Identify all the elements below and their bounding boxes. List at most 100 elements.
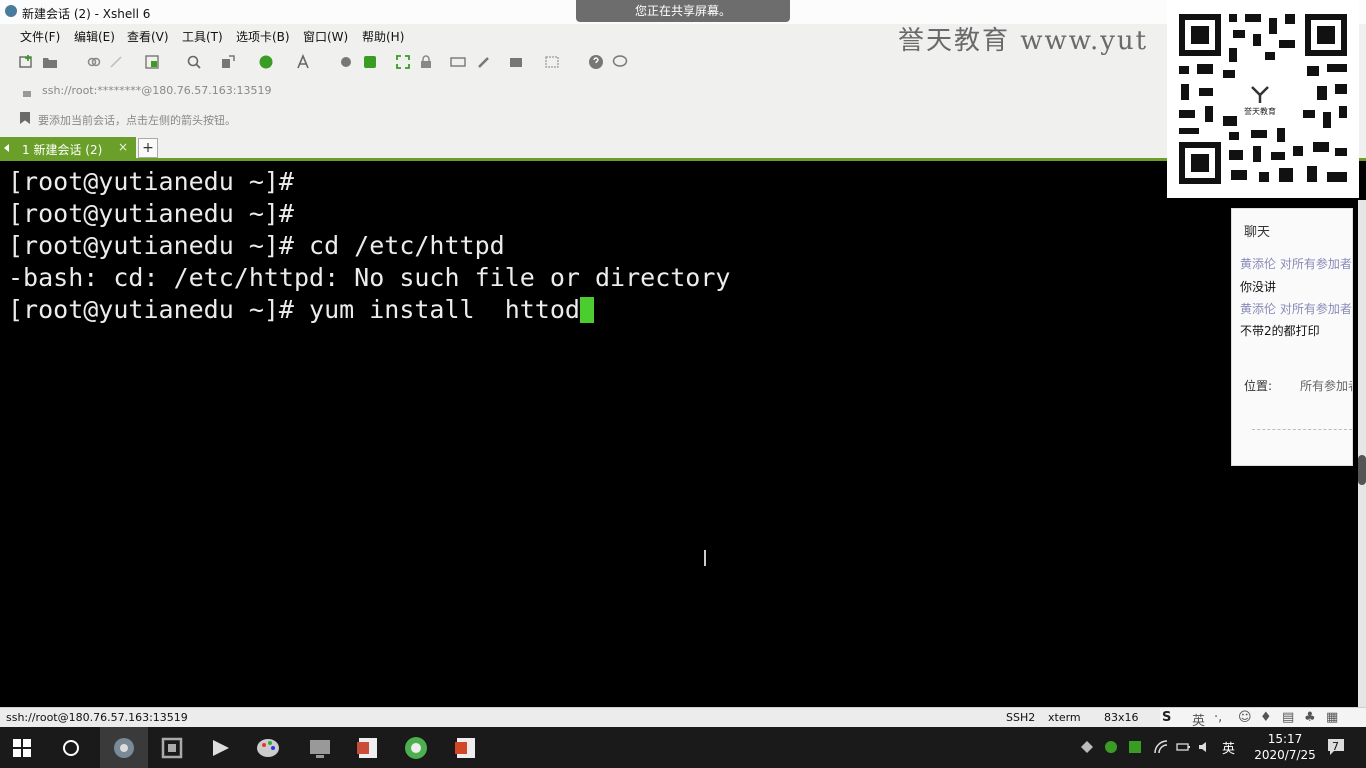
add-tab-button[interactable]: +	[138, 138, 158, 158]
status-bar: ssh://root@180.76.57.163:13519 SSH2 xter…	[0, 707, 1366, 729]
chat-message-sender: 黄添伦 对所有参加者说:	[1240, 302, 1352, 316]
chat-panel: 聊天 黄添伦 对所有参加者说: 你没讲 黄添伦 对所有参加者说: 不带2的都打印…	[1231, 208, 1353, 466]
ibeam-cursor-icon	[704, 550, 706, 566]
taskbar: 英 15:17 2020/7/25 7	[0, 727, 1366, 768]
terminal-cursor	[579, 297, 594, 323]
yutian-logo-icon	[1251, 86, 1269, 103]
menu-edit[interactable]: 编辑(E)	[74, 28, 115, 45]
tab-close-button[interactable]: ×	[118, 140, 128, 154]
cortana-icon[interactable]	[62, 739, 80, 757]
lock-icon	[22, 86, 32, 97]
status-connection: ssh://root@180.76.57.163:13519	[6, 711, 188, 724]
chat-message-sender: 黄添伦 对所有参加者说:	[1240, 257, 1352, 271]
address-bar: ssh://root:********@180.76.57.163:13519	[0, 80, 1160, 102]
volume-icon[interactable]	[1198, 740, 1212, 754]
tray-xftp-icon[interactable]	[1128, 740, 1142, 754]
powerpoint-icon[interactable]	[453, 735, 479, 761]
battery-icon[interactable]	[1176, 740, 1190, 754]
terminal-line: [root@yutianedu ~]#	[8, 199, 294, 228]
ime-tools-icon[interactable]: ▦	[1326, 710, 1338, 725]
tab-arrow-icon[interactable]	[4, 144, 9, 152]
disconnect-icon[interactable]	[108, 54, 124, 70]
status-size: 83x16	[1104, 711, 1139, 724]
remote-app-icon[interactable]	[307, 735, 333, 761]
sogou-logo-icon[interactable]: S	[1162, 710, 1171, 725]
media-player-icon[interactable]	[207, 735, 233, 761]
font-icon[interactable]	[296, 54, 312, 70]
fullscreen-icon[interactable]	[395, 54, 411, 70]
chat-input[interactable]	[1252, 417, 1352, 430]
notification-center-icon[interactable]: 7	[1326, 737, 1346, 757]
menu-tabs[interactable]: 选项卡(B)	[236, 28, 290, 45]
toolbar	[0, 50, 640, 76]
terminal-command: [root@yutianedu ~]# yum install httod	[8, 295, 580, 324]
windows-start-icon[interactable]	[12, 738, 32, 758]
tab-bar: 1 新建会话 (2) × +	[0, 135, 1366, 159]
chat-recipient-select[interactable]: 所有参加者	[1300, 377, 1352, 394]
menu-tools[interactable]: 工具(T)	[182, 28, 223, 45]
clock-date: 2020/7/25	[1254, 748, 1316, 762]
word-icon[interactable]	[355, 735, 381, 761]
menu-view[interactable]: 查看(V)	[127, 28, 169, 45]
tab-label: 1 新建会话 (2)	[22, 143, 103, 157]
open-folder-icon[interactable]	[42, 54, 58, 70]
help-icon[interactable]	[588, 54, 604, 70]
hint-text: 要添加当前会话，点击左侧的箭头按钮。	[38, 114, 236, 127]
new-session-icon[interactable]	[18, 54, 34, 70]
chat-title: 聊天	[1244, 225, 1271, 240]
tab-session[interactable]: 1 新建会话 (2) ×	[0, 137, 136, 159]
search-icon[interactable]	[186, 54, 202, 70]
window-title: 新建会话 (2) - Xshell 6	[22, 7, 151, 21]
ime-voice-icon[interactable]: ♦	[1260, 710, 1272, 725]
transfer-icon[interactable]	[220, 54, 236, 70]
terminal-line: [root@yutianedu ~]# cd /etc/httpd	[8, 231, 505, 260]
layout-icon[interactable]	[544, 54, 560, 70]
qr-logo: 誉天教育	[1238, 84, 1282, 124]
terminal-line: -bash: cd: /etc/httpd: No such file or d…	[8, 263, 731, 292]
terminal-area[interactable]: [root@yutianedu ~]# [root@yutianedu ~]# …	[0, 161, 1366, 707]
highlight-icon[interactable]	[476, 54, 492, 70]
ime-emoji-icon[interactable]: ☺	[1238, 710, 1252, 725]
ime-punctuation-icon[interactable]: ·,	[1214, 710, 1222, 725]
ime-toolbar: S 英 ·, ☺ ♦ ▤ ♣ ▦	[1160, 708, 1366, 729]
bookmark-icon[interactable]	[20, 112, 30, 124]
link-icon[interactable]	[86, 54, 102, 70]
keyboard-icon[interactable]	[450, 54, 466, 70]
terminal-line: [root@yutianedu ~]#	[8, 167, 294, 196]
ime-skin-icon[interactable]: ♣	[1304, 710, 1316, 725]
menu-help[interactable]: 帮助(H)	[362, 28, 404, 45]
globe-icon[interactable]	[258, 54, 274, 70]
status-protocol: SSH2	[1006, 711, 1036, 724]
hint-bar: 要添加当前会话，点击左侧的箭头按钮。	[0, 106, 1160, 130]
tray-360-icon[interactable]	[1104, 740, 1118, 754]
terminal-current-line: [root@yutianedu ~]# yum install httod	[8, 294, 594, 326]
menu-file[interactable]: 文件(F)	[20, 28, 60, 45]
clock-time: 15:17	[1267, 732, 1303, 746]
menu-window[interactable]: 窗口(W)	[303, 28, 348, 45]
chat-message-text: 你没讲	[1240, 280, 1277, 294]
qr-logo-text: 誉天教育	[1244, 107, 1276, 116]
xftp-icon[interactable]	[362, 54, 378, 70]
notification-count: 7	[1332, 740, 1339, 753]
paint-icon[interactable]	[255, 735, 281, 761]
screen-share-banner: 您正在共享屏幕。	[576, 0, 790, 22]
lock-icon[interactable]	[418, 54, 434, 70]
taskbar-clock[interactable]: 15:17 2020/7/25	[1250, 731, 1320, 763]
menu-bar: 文件(F) 编辑(E) 查看(V) 工具(T) 选项卡(B) 窗口(W) 帮助(…	[0, 24, 1160, 46]
xshell-taskbar-icon[interactable]	[111, 735, 137, 761]
wifi-icon[interactable]	[1154, 740, 1168, 754]
chat-recipient-label: 位置:	[1244, 379, 1273, 393]
address-text[interactable]: ssh://root:********@180.76.57.163:13519	[42, 84, 272, 97]
chrome-icon[interactable]	[403, 735, 429, 761]
properties-icon[interactable]	[144, 54, 160, 70]
add-button-icon[interactable]	[508, 54, 524, 70]
ime-keyboard-icon[interactable]: ▤	[1282, 710, 1294, 725]
scrollbar-thumb[interactable]	[1358, 455, 1366, 485]
chat-message-text: 不带2的都打印	[1240, 324, 1320, 338]
tray-app-icon[interactable]	[1080, 740, 1094, 754]
terminal-scrollbar[interactable]	[1358, 200, 1366, 707]
tray-language[interactable]: 英	[1222, 738, 1240, 757]
chat-bubble-icon[interactable]	[612, 54, 628, 70]
teamviewer-icon[interactable]	[159, 735, 185, 761]
script-icon[interactable]	[338, 54, 354, 70]
